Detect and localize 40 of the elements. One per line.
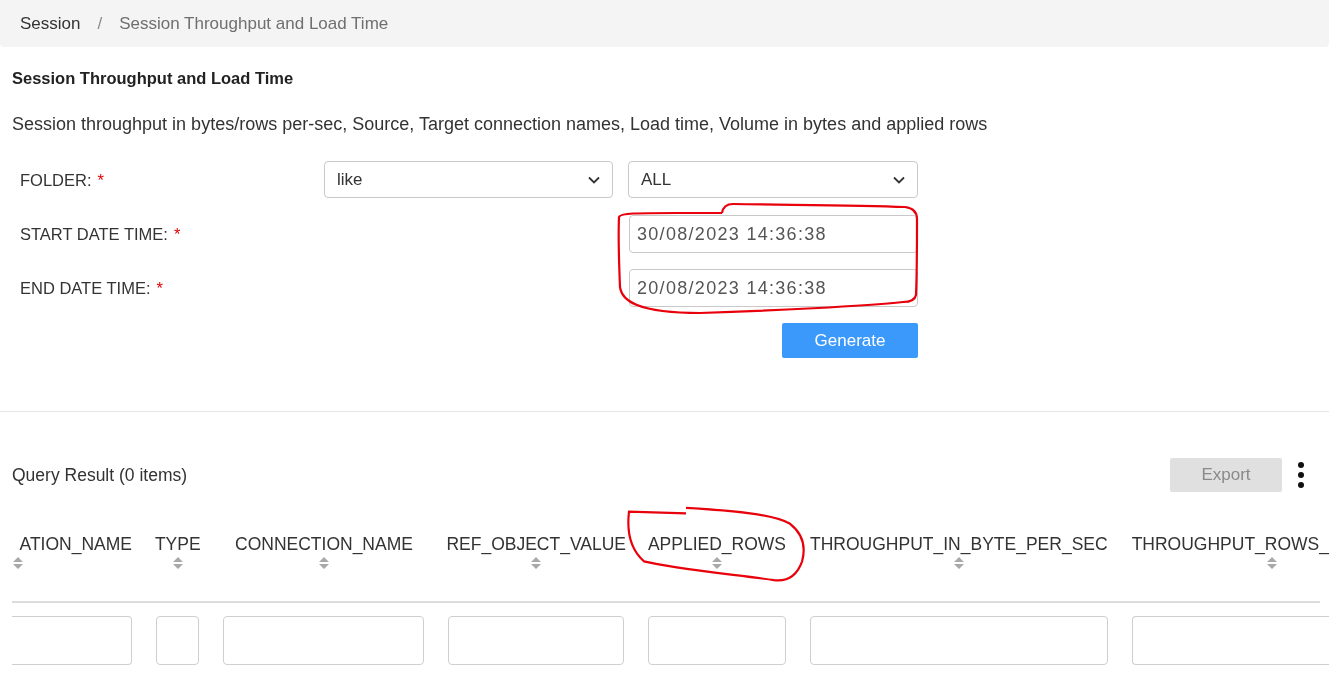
breadcrumb-link[interactable]: Session xyxy=(20,13,81,34)
required-asterisk: * xyxy=(173,224,181,244)
column-filter-input[interactable] xyxy=(223,616,425,665)
column-header[interactable]: THROUGHPUT_IN_BYTE_PER_SEC xyxy=(810,533,1108,555)
required-asterisk: * xyxy=(97,170,104,190)
column-header[interactable]: ATION_NAME xyxy=(19,533,132,555)
field-label: START DATE TIME: xyxy=(20,224,168,244)
chevron-down-icon xyxy=(588,175,600,184)
breadcrumb-separator: / xyxy=(97,13,103,34)
datetime-field[interactable]: 30/08/2023 14:36:38 xyxy=(629,215,918,253)
column-header[interactable]: TYPE xyxy=(154,533,201,555)
kebab-menu-icon[interactable] xyxy=(1297,461,1305,489)
chevron-down-icon xyxy=(893,175,905,184)
datetime-field[interactable]: 20/08/2023 14:36:38 xyxy=(629,269,918,307)
sort-icon[interactable] xyxy=(952,556,965,570)
column-header[interactable]: THROUGHPUT_ROWS_ xyxy=(1131,533,1329,555)
sort-icon[interactable] xyxy=(317,556,330,570)
sort-icon[interactable] xyxy=(1265,556,1278,570)
sort-icon[interactable] xyxy=(530,556,543,570)
column-filter-input[interactable] xyxy=(1131,616,1329,665)
field-label: FOLDER: xyxy=(20,170,92,190)
column-filter-input[interactable] xyxy=(810,616,1108,665)
column-filter-input[interactable] xyxy=(647,616,787,665)
results-title: Query Result (0 items) xyxy=(12,464,188,486)
column-header[interactable]: CONNECTION_NAME xyxy=(235,533,413,555)
sort-icon[interactable] xyxy=(12,556,24,570)
field-label: END DATE TIME: xyxy=(20,278,151,298)
folder-dropdown[interactable]: ALL xyxy=(628,161,918,198)
column-filter-input[interactable] xyxy=(156,616,200,665)
operator-dropdown[interactable]: like xyxy=(324,161,613,198)
sort-icon[interactable] xyxy=(711,556,723,570)
column-header[interactable]: REF_OBJECT_VALUE xyxy=(446,533,626,555)
breadcrumb-current: Session Throughput and Load Time xyxy=(119,13,389,34)
page-title: Session Throughput and Load Time xyxy=(12,68,295,89)
required-asterisk: * xyxy=(156,278,163,298)
page-description: Session throughput in bytes/rows per-sec, Source, Target connection names, Load time, Volume in bytes and applied rows xyxy=(12,113,989,135)
column-header[interactable]: APPLIED_ROWS xyxy=(647,533,787,555)
column-filter-input[interactable] xyxy=(12,616,132,665)
sort-icon[interactable] xyxy=(171,556,184,570)
column-filter-input[interactable] xyxy=(448,616,624,665)
